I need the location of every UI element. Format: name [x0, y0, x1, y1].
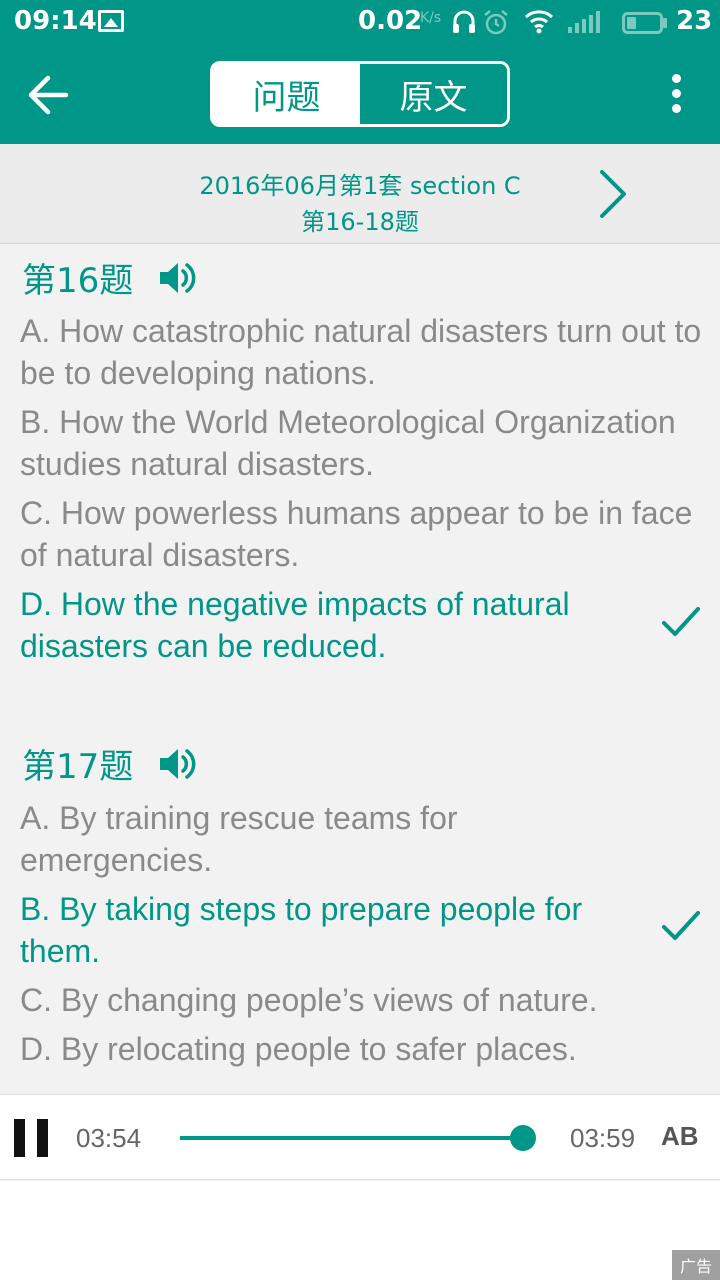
option-b[interactable]: B. By taking steps to prepare people for… — [20, 888, 650, 972]
slider-thumb[interactable] — [509, 1125, 536, 1151]
network-speed-unit: K/s — [420, 10, 442, 26]
option-d[interactable]: D. By relocating people to safer places. — [20, 1028, 705, 1070]
progress-slider[interactable] — [180, 1125, 536, 1151]
option-a[interactable]: A. How catastrophic natural disasters tu… — [20, 310, 705, 394]
total-time: 03:59 — [570, 1123, 636, 1153]
check-icon — [662, 911, 700, 940]
option-a[interactable]: A. By training rescue teams for emergenc… — [20, 797, 540, 881]
image-notification-icon — [98, 10, 124, 32]
question-title: 第16题 — [22, 261, 134, 301]
question-header: 第16题 — [22, 253, 197, 302]
status-time: 09:14 — [14, 6, 97, 36]
headphones-icon — [453, 10, 475, 33]
pause-icon[interactable] — [14, 1119, 48, 1157]
questions-list: 第16题 A. How catastrophic natural disaste… — [0, 245, 720, 1093]
alarm-icon — [484, 10, 508, 35]
progress-fill — [180, 1136, 523, 1140]
section-header: 2016年06月第1套 section C 第16-18题 — [0, 144, 720, 244]
audio-player: 03:54 03:59 AB — [0, 1094, 720, 1180]
app-bar: 问题 原文 — [0, 46, 720, 144]
ad-label: 广告 — [672, 1250, 720, 1280]
wifi-icon — [524, 10, 554, 34]
tab-transcript[interactable]: 原文 — [360, 64, 507, 124]
status-bar: 09:14 0.02 K/s 23 — [0, 0, 720, 46]
speaker-icon[interactable] — [157, 260, 197, 296]
network-speed: 0.02 — [358, 6, 423, 36]
signal-icon — [568, 11, 600, 33]
current-time: 03:54 — [76, 1123, 142, 1153]
question-header: 第17题 — [22, 739, 197, 788]
option-b[interactable]: B. How the World Meteorological Organiza… — [20, 401, 705, 485]
back-arrow-icon[interactable] — [26, 74, 72, 116]
check-icon — [662, 607, 700, 636]
battery-icon — [622, 12, 667, 34]
ab-repeat-button[interactable]: AB — [661, 1121, 699, 1152]
speaker-icon[interactable] — [157, 746, 197, 782]
tab-questions[interactable]: 问题 — [213, 64, 360, 124]
option-d[interactable]: D. How the negative impacts of natural d… — [20, 583, 650, 667]
question-text-toggle: 问题 原文 — [210, 61, 510, 127]
chevron-right-icon[interactable] — [594, 168, 634, 220]
ad-banner[interactable]: 广告 — [0, 1181, 720, 1280]
question-title: 第17题 — [22, 747, 134, 787]
more-vert-icon[interactable] — [664, 74, 688, 118]
option-c[interactable]: C. How powerless humans appear to be in … — [20, 492, 705, 576]
battery-level: 23 — [676, 6, 713, 36]
option-c[interactable]: C. By changing people’s views of nature. — [20, 979, 705, 1021]
